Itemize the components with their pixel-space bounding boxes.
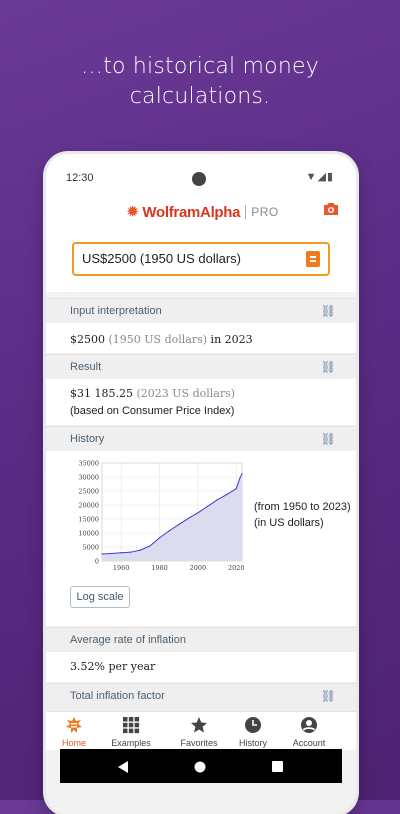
promo-text: …to historical money calculations.	[0, 52, 400, 112]
result-amount: $31 185.25	[70, 387, 133, 400]
pod-header-result: Result ⛓	[46, 354, 356, 379]
x-tick-label: 2020	[228, 564, 244, 572]
nav-favorites[interactable]: Favorites	[174, 716, 224, 748]
account-icon	[301, 717, 317, 733]
data-point	[101, 553, 103, 555]
star-icon	[191, 717, 207, 733]
history-chart: 0 5000 10000 15000 20000 25000 30000 35000 1960 1…	[78, 460, 244, 573]
pod-title: History	[70, 433, 105, 445]
history-note-unit: (in US dollars)	[254, 517, 324, 529]
inflation-value: 3.52% per year	[70, 660, 156, 673]
nav-home-label: Home	[61, 738, 86, 748]
promo-line-1: …to historical money	[81, 54, 319, 79]
search-area: US$2500 (1950 US dollars)	[46, 230, 356, 292]
nav-account[interactable]: Account	[284, 716, 334, 748]
grid-icon	[123, 717, 140, 734]
y-tick-label: 0	[95, 558, 99, 566]
data-point	[120, 552, 122, 554]
input-in: in	[210, 333, 222, 346]
y-tick-label: 5000	[82, 544, 99, 552]
home-button-icon[interactable]	[194, 761, 206, 773]
y-tick-label: 15000	[78, 516, 99, 524]
equals-icon[interactable]	[306, 251, 320, 267]
back-icon[interactable]	[118, 761, 128, 773]
home-icon	[66, 717, 82, 733]
brand-name: WolframAlpha	[142, 203, 241, 221]
promo-line-2: calculations.	[129, 84, 271, 109]
nav-favorites-label: Favorites	[180, 738, 218, 748]
system-navigation-bar	[60, 749, 342, 783]
data-point	[149, 545, 151, 547]
brand-tier: PRO	[251, 205, 279, 219]
wolfram-star-icon: ✹	[126, 204, 140, 221]
data-point	[158, 537, 161, 539]
x-tick-label: 1980	[151, 564, 168, 572]
link-icon[interactable]: ⛓	[321, 432, 336, 446]
result-note: (based on Consumer Price Index)	[70, 405, 235, 417]
y-tick-label: 30000	[78, 474, 99, 482]
data-point	[226, 493, 228, 496]
data-point	[239, 476, 241, 479]
query-input[interactable]: US$2500 (1950 US dollars)	[72, 242, 330, 276]
data-point	[187, 517, 189, 520]
status-time: 12:30	[66, 172, 94, 184]
pod-title: Average rate of inflation	[70, 634, 186, 646]
y-tick-label: 10000	[78, 530, 99, 538]
front-camera	[192, 172, 206, 186]
data-point	[197, 512, 199, 514]
link-icon[interactable]: ⛓	[321, 304, 336, 318]
log-scale-button[interactable]: Log scale	[70, 586, 130, 608]
pod-body-inflation-rate: 3.52% per year	[46, 652, 356, 682]
phone-frame: 12:30 ▼◢▮ ✹ WolframAlpha PRO US$2500 (19…	[46, 154, 356, 814]
data-point	[139, 549, 141, 551]
input-year: 2023	[224, 333, 253, 346]
data-point	[130, 551, 132, 553]
data-point	[178, 523, 180, 526]
data-point	[168, 530, 170, 532]
data-point	[216, 499, 218, 501]
input-amount: $2500	[70, 333, 105, 346]
input-unit: (1950 US dollars)	[108, 333, 208, 346]
data-point	[206, 505, 209, 507]
wifi-icon: ▼	[305, 171, 318, 183]
bottom-navigation: Home Examples Favorites History Account	[46, 711, 356, 750]
nav-examples[interactable]: Examples	[106, 716, 156, 748]
query-text: US$2500 (1950 US dollars)	[82, 251, 241, 266]
y-tick-label: 35000	[78, 460, 99, 468]
nav-account-label: Account	[292, 738, 326, 748]
pod-body-input-interpretation: $2500 (1950 US dollars) in 2023	[46, 323, 356, 353]
result-unit: (2023 US dollars)	[136, 387, 236, 400]
x-tick-label: 2000	[190, 564, 207, 572]
pod-header-input-interpretation: Input interpretation ⛓	[46, 298, 356, 323]
pod-title: Total inflation factor	[70, 690, 165, 702]
data-point	[235, 488, 237, 490]
recents-icon[interactable]	[272, 761, 283, 772]
y-tick-label: 20000	[78, 502, 99, 510]
app-bar: ✹ WolframAlpha PRO	[46, 190, 356, 231]
camera-icon[interactable]	[322, 200, 340, 218]
nav-home[interactable]: Home	[49, 716, 99, 748]
nav-history-label: History	[238, 738, 267, 748]
pod-title: Input interpretation	[70, 305, 162, 317]
pod-header-inflation-factor: Total inflation factor ⛓	[46, 683, 356, 712]
pod-header-inflation-rate: Average rate of inflation	[46, 627, 356, 652]
pod-body-result: $31 185.25 (2023 US dollars) (based on C…	[46, 379, 356, 425]
y-tick-label: 25000	[78, 488, 99, 496]
wolfram-logo: ✹ WolframAlpha PRO	[126, 202, 279, 222]
x-tick-label: 1960	[113, 564, 130, 572]
data-point	[241, 473, 243, 475]
nav-history[interactable]: History	[228, 716, 278, 748]
history-note-range: (from 1950 to 2023)	[254, 501, 351, 513]
pod-header-history: History ⛓	[46, 426, 356, 451]
status-bar: 12:30 ▼◢▮	[46, 154, 356, 190]
clock-icon	[245, 717, 261, 733]
data-point	[110, 552, 113, 555]
pod-title: Result	[70, 361, 102, 373]
link-icon[interactable]: ⛓	[321, 360, 336, 374]
nav-examples-label: Examples	[111, 738, 151, 748]
battery-icon: ▮	[326, 171, 334, 183]
link-icon[interactable]: ⛓	[321, 689, 336, 703]
signal-icon: ◢	[317, 171, 327, 183]
